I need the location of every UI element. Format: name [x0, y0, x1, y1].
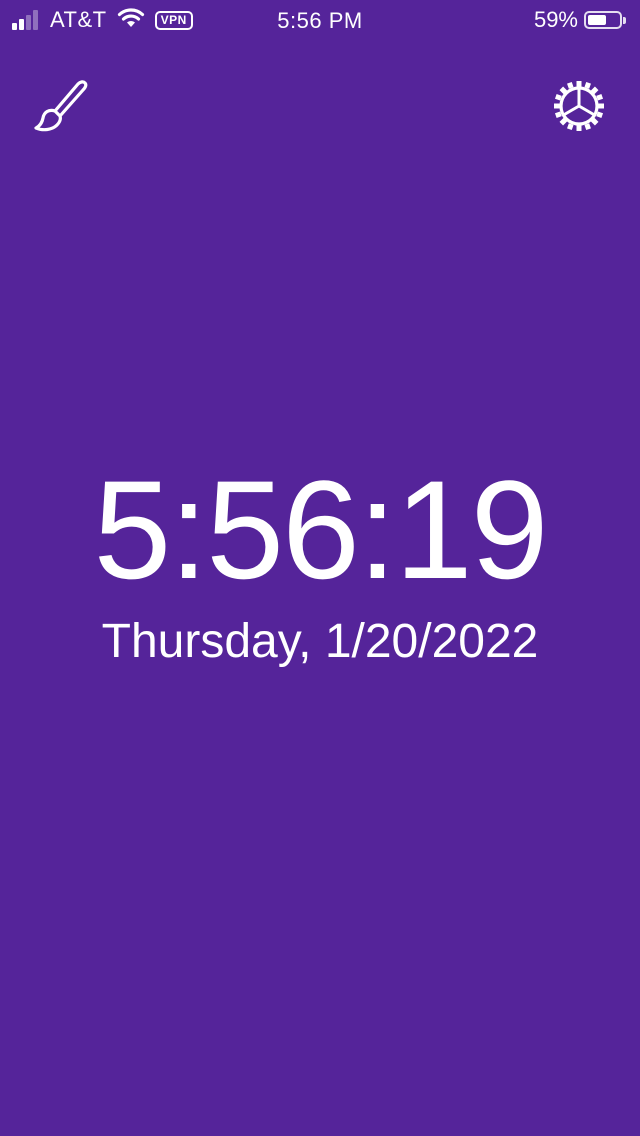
gear-icon [554, 81, 604, 131]
battery-fill [588, 15, 606, 25]
clock-time: 5:56:19 [93, 451, 548, 608]
status-bar-right: 59% [533, 7, 626, 32]
battery-percent: 59% [533, 7, 578, 32]
clock-date: Thursday, 1/20/2022 [101, 615, 539, 668]
settings-button[interactable] [549, 76, 609, 136]
battery-cap [623, 16, 626, 24]
paintbrush-icon [34, 80, 88, 132]
theme-brush-button[interactable] [30, 76, 90, 136]
battery-icon [584, 11, 622, 29]
status-bar: AT&T VPN 5:56 PM 59% [0, 0, 640, 40]
